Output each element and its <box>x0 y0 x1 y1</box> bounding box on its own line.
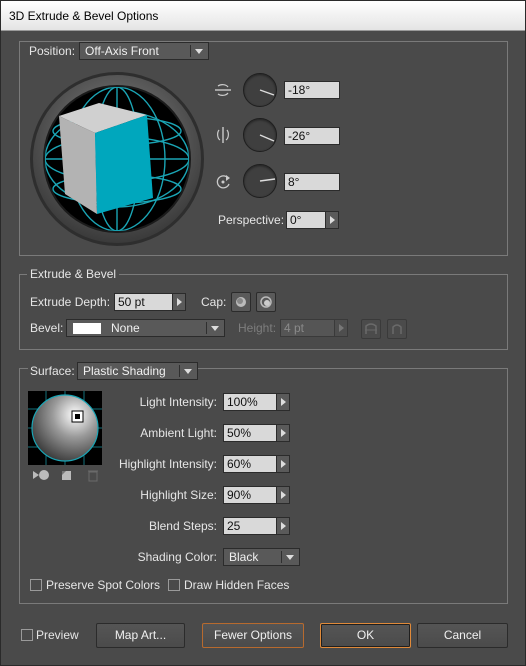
highlight-intensity-label: Highlight Intensity: <box>118 457 217 471</box>
chevron-down-icon <box>286 555 294 560</box>
cancel-button[interactable]: Cancel <box>417 623 508 648</box>
preserve-spot-colors-checkbox[interactable] <box>30 579 42 591</box>
lighting-sphere-widget[interactable] <box>28 391 102 465</box>
fewer-options-button[interactable]: Fewer Options <box>202 623 304 648</box>
ambient-light-label: Ambient Light: <box>140 426 217 440</box>
position-preset-select[interactable]: Off-Axis Front <box>79 42 209 60</box>
title-bar[interactable]: 3D Extrude & Bevel Options <box>1 1 525 31</box>
extrude-depth-input[interactable]: 50 pt <box>114 293 173 311</box>
height-input[interactable]: 4 pt <box>280 319 335 337</box>
chevron-down-icon <box>195 49 203 54</box>
shading-color-select[interactable]: Black <box>223 548 300 566</box>
blend-steps-input[interactable]: 25 <box>223 517 277 535</box>
cap-off-icon <box>260 296 272 308</box>
shading-color-label: Shading Color: <box>137 550 217 564</box>
surface-label: Surface: <box>28 364 77 378</box>
draw-hidden-faces-label: Draw Hidden Faces <box>184 578 290 592</box>
highlight-size-label: Highlight Size: <box>140 488 217 502</box>
chevron-down-icon <box>184 369 192 374</box>
perspective-input[interactable]: 0° <box>286 211 326 229</box>
extrude-bevel-section-label: Extrude & Bevel <box>27 267 120 281</box>
cube-icon <box>59 103 153 214</box>
window-title: 3D Extrude & Bevel Options <box>9 9 159 23</box>
preview-checkbox[interactable] <box>21 629 33 641</box>
rotate-y-input[interactable]: -26° <box>284 127 340 145</box>
height-arrow-button[interactable] <box>334 319 348 337</box>
highlight-intensity-arrow-button[interactable] <box>276 455 290 473</box>
light-intensity-label: Light Intensity: <box>139 395 217 409</box>
bevel-none-preview-icon <box>73 323 101 334</box>
blend-steps-arrow-button[interactable] <box>276 517 290 535</box>
cap-label: Cap: <box>201 295 227 309</box>
bevel-label: Bevel: <box>30 321 64 335</box>
extrude-depth-arrow-button[interactable] <box>172 293 186 311</box>
perspective-label: Perspective: <box>218 213 285 227</box>
track-cube-widget[interactable] <box>29 71 205 247</box>
chevron-down-icon <box>211 326 219 331</box>
highlight-size-arrow-button[interactable] <box>276 486 290 504</box>
highlight-intensity-input[interactable]: 60% <box>223 455 277 473</box>
perspective-arrow-button[interactable] <box>325 211 339 229</box>
position-label: Position: <box>29 44 76 58</box>
bevel-extent-in-button[interactable] <box>387 319 407 339</box>
bevel-extent-out-button[interactable] <box>361 319 381 339</box>
position-preset-value: Off-Axis Front <box>85 44 159 58</box>
cap-off-button[interactable] <box>256 292 276 312</box>
bevel-value: None <box>111 321 140 335</box>
extrude-bevel-panel <box>19 274 508 350</box>
preview-label: Preview <box>36 628 79 642</box>
preserve-spot-colors-label: Preserve Spot Colors <box>46 578 161 592</box>
rotate-z-input[interactable]: 8° <box>284 173 340 191</box>
rotate-z-dial[interactable] <box>243 164 277 198</box>
draw-hidden-faces-checkbox[interactable] <box>168 579 180 591</box>
ambient-light-arrow-button[interactable] <box>276 424 290 442</box>
surface-value: Plastic Shading <box>83 364 166 378</box>
surface-select[interactable]: Plastic Shading <box>77 362 198 380</box>
height-label: Height: <box>238 321 277 335</box>
ok-button[interactable]: OK <box>320 623 411 648</box>
shading-color-value: Black <box>229 550 259 564</box>
rotate-y-axis-icon <box>217 127 229 143</box>
extrude-depth-label: Extrude Depth: <box>30 295 111 309</box>
dialog-window: 3D Extrude & Bevel Options Position: Off… <box>0 0 526 666</box>
bevel-in-icon <box>392 324 402 334</box>
bevel-out-icon <box>365 323 377 334</box>
rotate-x-dial[interactable] <box>243 73 277 107</box>
blend-steps-label: Blend Steps: <box>148 519 217 533</box>
move-light-back-icon[interactable] <box>32 468 52 482</box>
rotate-x-input[interactable]: -18° <box>284 81 340 99</box>
light-intensity-input[interactable]: 100% <box>223 393 277 411</box>
ambient-light-input[interactable]: 50% <box>223 424 277 442</box>
cap-on-button[interactable] <box>231 292 251 312</box>
new-light-icon[interactable] <box>60 468 74 482</box>
rotate-z-axis-icon <box>216 175 230 189</box>
highlight-size-input[interactable]: 90% <box>223 486 277 504</box>
cap-on-icon <box>236 297 246 307</box>
bevel-select[interactable]: None <box>66 319 225 337</box>
light-intensity-arrow-button[interactable] <box>276 393 290 411</box>
map-art-button[interactable]: Map Art... <box>96 623 185 648</box>
rotate-x-axis-icon <box>215 84 231 96</box>
delete-light-icon[interactable] <box>86 468 100 482</box>
rotate-y-dial[interactable] <box>243 118 277 152</box>
